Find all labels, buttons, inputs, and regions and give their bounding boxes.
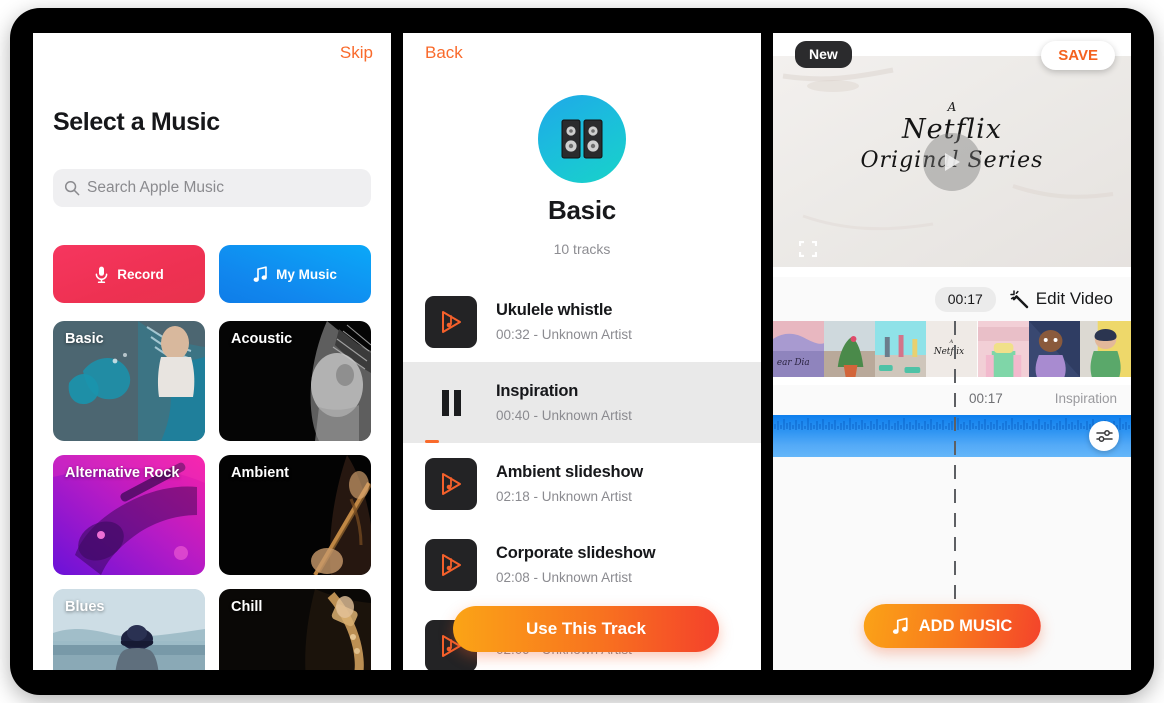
track-row[interactable]: Corporate slideshow 02:08 - Unknown Arti… — [403, 524, 761, 605]
frame-art — [875, 321, 927, 377]
track-row[interactable]: Ukulele whistle 00:32 - Unknown Artist — [403, 281, 761, 362]
waveform-track-name: Inspiration — [1054, 391, 1117, 406]
track-meta: 00:32 - Unknown Artist — [496, 327, 632, 342]
filmstrip-frame[interactable] — [1028, 321, 1080, 377]
track-meta: 02:08 - Unknown Artist — [496, 570, 632, 585]
play-button[interactable] — [923, 132, 981, 191]
page-title: Select a Music — [53, 108, 220, 136]
track-name: Corporate slideshow — [496, 544, 656, 562]
frame-art — [1079, 321, 1131, 377]
track-meta: 00:40 - Unknown Artist — [496, 408, 632, 423]
waveform-graphic — [774, 418, 1130, 430]
sliders-icon — [1095, 430, 1113, 442]
track-name: Inspiration — [496, 382, 579, 400]
filmstrip-frame[interactable] — [875, 321, 927, 377]
audio-settings-button[interactable] — [1089, 421, 1119, 451]
microphone-icon — [95, 266, 108, 283]
record-button-label: Record — [117, 266, 164, 282]
record-button[interactable]: Record — [53, 245, 205, 303]
my-music-button-label: My Music — [276, 266, 337, 282]
frame-art: ear Dia — [773, 321, 825, 377]
new-badge[interactable]: New — [795, 41, 852, 68]
track-info: Ambient slideshow 02:18 - Unknown Artist — [496, 463, 643, 504]
magic-wand-icon — [1010, 289, 1028, 308]
category-tile-alternative-rock[interactable]: Alternative Rock — [53, 455, 205, 575]
track-row-active[interactable]: Inspiration 00:40 - Unknown Artist — [403, 362, 761, 443]
filmstrip-frame[interactable] — [977, 321, 1029, 377]
frame-art — [1028, 321, 1080, 377]
playhead[interactable] — [954, 321, 956, 631]
waveform-header: 00:17 Inspiration — [773, 385, 1131, 415]
track-name: Ukulele whistle — [496, 301, 613, 319]
action-buttons-row: Record My Music — [53, 245, 371, 303]
play-music-icon — [442, 310, 461, 333]
add-music-label: ADD MUSIC — [918, 616, 1013, 635]
save-button[interactable]: SAVE — [1041, 41, 1115, 70]
album-title: Basic — [548, 195, 616, 225]
album-artwork — [538, 95, 626, 183]
edit-video-label: Edit Video — [1035, 289, 1113, 308]
screens-container: Skip Select a Music Search Apple Music R… — [33, 33, 1131, 670]
panel-video-editor: New SAVE A Netflix Original Series 00:17… — [773, 33, 1131, 670]
use-this-track-button[interactable]: Use This Track — [453, 606, 719, 652]
my-music-button[interactable]: My Music — [219, 245, 371, 303]
category-tile-label: Alternative Rock — [65, 465, 180, 481]
track-info: Corporate slideshow 02:08 - Unknown Arti… — [496, 544, 656, 585]
video-preview[interactable]: A Netflix Original Series — [773, 56, 1131, 267]
filmstrip[interactable]: ear Dia A Netflix — [773, 321, 1131, 377]
fullscreen-icon[interactable] — [799, 241, 817, 257]
play-icon — [945, 152, 960, 171]
category-tile-ambient[interactable]: Ambient — [219, 455, 371, 575]
search-placeholder: Search Apple Music — [87, 179, 224, 196]
track-row[interactable]: Ambient slideshow 02:18 - Unknown Artist — [403, 443, 761, 524]
category-tile-label: Blues — [65, 599, 105, 615]
category-tile-basic[interactable]: Basic — [53, 321, 205, 441]
frame-art-netflix: A Netflix — [926, 321, 978, 377]
device-frame: Skip Select a Music Search Apple Music R… — [10, 8, 1154, 695]
filmstrip-frame[interactable] — [1079, 321, 1131, 377]
filmstrip-frame[interactable]: A Netflix — [926, 321, 978, 377]
search-icon — [64, 180, 80, 196]
track-name: Ambient slideshow — [496, 463, 643, 481]
panel-select-music: Skip Select a Music Search Apple Music R… — [33, 33, 391, 670]
category-tile-label: Basic — [65, 331, 104, 347]
category-tile-label: Ambient — [231, 465, 289, 481]
album-track-count: 10 tracks — [553, 241, 611, 257]
back-button[interactable]: Back — [425, 43, 463, 63]
timeline-toolbar: 00:17 Edit Video — [773, 277, 1131, 321]
frame-art — [977, 321, 1029, 377]
track-info: Inspiration 00:40 - Unknown Artist — [496, 382, 632, 423]
track-thumbnail[interactable] — [425, 457, 477, 510]
speakers-icon — [561, 119, 603, 159]
frame-art — [824, 321, 876, 377]
category-tiles: Basic Acoustic Alternative Rock Ambient … — [53, 321, 371, 670]
skip-button[interactable]: Skip — [340, 43, 373, 63]
category-tile-acoustic[interactable]: Acoustic — [219, 321, 371, 441]
category-tile-blues[interactable]: Blues — [53, 589, 205, 670]
panel-track-list: Back Basic 10 tracks Ukulele whistle 00:… — [403, 33, 761, 670]
track-meta: 02:18 - Unknown Artist — [496, 489, 632, 504]
category-tile-label: Acoustic — [231, 331, 293, 347]
svg-text:Netflix: Netflix — [933, 347, 964, 357]
category-tile-chill[interactable]: Chill — [219, 589, 371, 670]
music-note-icon — [253, 265, 267, 282]
category-tile-label: Chill — [231, 599, 263, 615]
search-input[interactable]: Search Apple Music — [53, 169, 371, 207]
svg-text:ear Dia: ear Dia — [777, 358, 810, 368]
track-thumbnail[interactable] — [425, 538, 477, 591]
filmstrip-frame[interactable] — [824, 321, 876, 377]
current-time-badge: 00:17 — [934, 286, 996, 312]
pause-icon[interactable] — [425, 389, 477, 416]
play-music-icon — [442, 553, 461, 576]
edit-video-button[interactable]: Edit Video — [1010, 289, 1113, 309]
audio-waveform[interactable] — [773, 415, 1131, 457]
music-note-icon — [892, 617, 908, 634]
waveform-time: 00:17 — [969, 391, 1003, 406]
video-text-line1: A — [947, 100, 957, 114]
track-info: Ukulele whistle 00:32 - Unknown Artist — [496, 301, 632, 342]
add-music-button[interactable]: ADD MUSIC — [863, 604, 1041, 648]
track-thumbnail[interactable] — [425, 295, 477, 348]
play-music-icon — [442, 472, 461, 495]
filmstrip-frame[interactable]: ear Dia — [773, 321, 825, 377]
